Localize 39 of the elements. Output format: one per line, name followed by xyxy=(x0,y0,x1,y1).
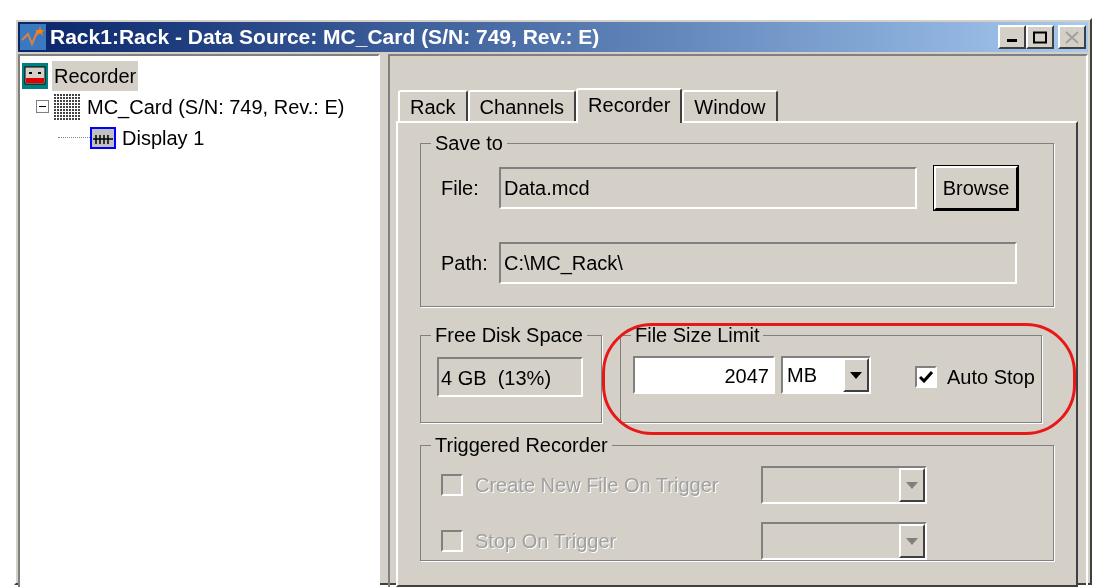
window-title: Rack1:Rack - Data Source: MC_Card (S/N: 749, Rev.: E) xyxy=(50,24,600,51)
tree-item[interactable]: Recorder xyxy=(52,60,139,91)
maximize-button[interactable] xyxy=(1026,25,1054,49)
down-arrow-icon xyxy=(906,537,918,545)
dropdown-button[interactable] xyxy=(843,358,869,392)
tree-item[interactable]: MC_Card (S/N: 749, Rev.: E) xyxy=(85,91,347,122)
down-arrow-icon xyxy=(850,371,862,379)
tab[interactable]: Recorder xyxy=(576,88,683,123)
dropdown-button[interactable] xyxy=(899,468,925,502)
app-icon xyxy=(20,24,46,50)
checkbox[interactable] xyxy=(915,366,937,388)
chip-grid-icon xyxy=(53,92,81,121)
collapse-toggle[interactable] xyxy=(36,100,49,113)
checkmark-icon xyxy=(919,371,933,383)
recorder-icon xyxy=(22,62,48,89)
free-space-readout: 4 GB (13%) xyxy=(437,357,583,397)
waveform-display-icon xyxy=(90,126,116,149)
close-icon xyxy=(1065,30,1079,44)
minimize-button[interactable] xyxy=(998,25,1026,49)
maximize-icon xyxy=(1033,30,1047,44)
trigger-select[interactable] xyxy=(761,522,927,560)
unit-select[interactable]: MB xyxy=(781,356,871,394)
browse-button[interactable]: Browse xyxy=(934,166,1018,210)
down-arrow-icon xyxy=(906,481,918,489)
size-limit-field[interactable]: 2047 xyxy=(633,356,775,394)
trigger-select[interactable] xyxy=(761,466,927,504)
minus-icon xyxy=(39,103,46,110)
path-field[interactable]: C:\MC_Rack\ xyxy=(499,242,1017,284)
file-field[interactable]: Data.mcd xyxy=(499,167,917,209)
tab[interactable]: Rack xyxy=(398,90,468,121)
checkbox-label: Auto Stop xyxy=(947,365,1035,390)
minimize-icon xyxy=(1007,39,1017,42)
tree-item[interactable]: Display 1 xyxy=(120,122,207,153)
tab[interactable]: Window xyxy=(682,90,778,121)
dropdown-button[interactable] xyxy=(899,524,925,558)
close-button[interactable] xyxy=(1058,25,1086,49)
tab[interactable]: Channels xyxy=(467,90,577,121)
field-label: Path: xyxy=(441,251,489,276)
field-label: File: xyxy=(441,176,480,201)
